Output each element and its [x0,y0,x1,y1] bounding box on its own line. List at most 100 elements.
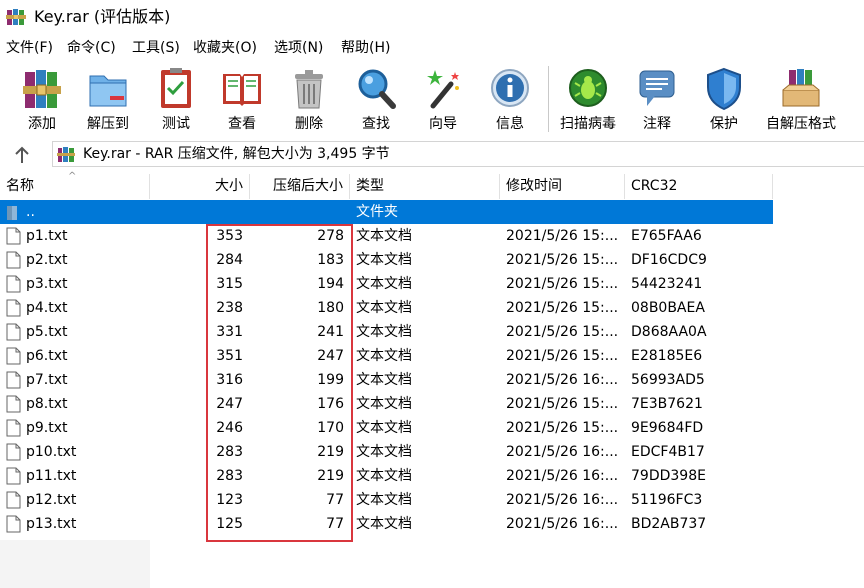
address-field[interactable]: Key.rar - RAR 压缩文件, 解包大小为 3,495 字节 [52,141,864,167]
column-header-size[interactable]: 大小 [150,174,250,199]
row-modified: 2021/5/26 15:... [506,324,619,340]
open-book-icon [223,74,261,106]
row-type: 文本文档 [356,516,412,532]
row-name: .. [26,204,35,220]
row-modified: 2021/5/26 15:... [506,300,619,316]
view-button[interactable]: 查看 [209,64,275,134]
sort-ascending-icon: ^ [68,171,77,182]
scan-virus-button[interactable]: 扫描病毒 [554,64,622,134]
column-header-name[interactable]: 名称 ^ [0,171,150,199]
text-file-icon [6,371,21,389]
title-bar: Key.rar (评估版本) [0,0,864,34]
row-name: p10.txt [26,444,77,460]
up-arrow-icon[interactable] [8,143,36,167]
row-type: 文本文档 [356,252,412,268]
column-header-modified[interactable]: 修改时间 [500,174,625,199]
row-type: 文件夹 [356,204,398,220]
text-file-icon [6,227,21,245]
row-type: 文本文档 [356,276,412,292]
test-button[interactable]: 测试 [143,64,209,134]
magic-wand-icon [427,70,459,109]
row-name: p9.txt [26,420,68,436]
wizard-button[interactable]: 向导 [410,64,476,134]
file-row[interactable]: p12.txt 123 77 文本文档 2021/5/26 16:... 511… [0,488,864,512]
row-type: 文本文档 [356,492,412,508]
file-row[interactable]: p1.txt 353 278 文本文档 2021/5/26 15:... E76… [0,224,864,248]
file-row[interactable]: p6.txt 351 247 文本文档 2021/5/26 15:... E28… [0,344,864,368]
box-books-icon [782,69,820,107]
column-header-type[interactable]: 类型 [350,174,500,199]
text-file-icon [6,419,21,437]
test-label: 测试 [162,116,190,132]
menu-help[interactable]: 帮助(H) [341,38,390,58]
text-file-icon [6,299,21,317]
file-row[interactable]: p2.txt 284 183 文本文档 2021/5/26 15:... DF1… [0,248,864,272]
row-modified: 2021/5/26 16:... [506,492,619,508]
parent-folder-icon [7,206,17,220]
column-header-packed[interactable]: 压缩后大小 [250,174,350,199]
menu-file[interactable]: 文件(F) [6,38,53,58]
find-label: 查找 [362,116,390,132]
add-button[interactable]: 添加 [9,64,75,134]
row-modified: 2021/5/26 16:... [506,444,619,460]
sfx-label: 自解压格式 [766,116,836,132]
address-text: Key.rar - RAR 压缩文件, 解包大小为 3,495 字节 [83,146,390,162]
row-name: p5.txt [26,324,68,340]
winrar-app-icon [6,9,26,25]
text-file-icon [6,467,21,485]
text-file-icon [6,251,21,269]
info-button[interactable]: 信息 [477,64,543,134]
file-row[interactable]: p10.txt 283 219 文本文档 2021/5/26 16:... ED… [0,440,864,464]
menu-tools[interactable]: 工具(S) [132,38,180,58]
text-file-icon [6,275,21,293]
row-modified: 2021/5/26 15:... [506,252,619,268]
address-bar: Key.rar - RAR 压缩文件, 解包大小为 3,495 字节 [0,140,864,169]
parent-folder-row[interactable]: .. 文件夹 [0,200,773,224]
text-file-icon [6,515,21,533]
text-file-icon [6,347,21,365]
row-name: p1.txt [26,228,68,244]
row-type: 文本文档 [356,324,412,340]
row-type: 文本文档 [356,444,412,460]
row-type: 文本文档 [356,348,412,364]
folder-icon [89,75,127,107]
text-file-icon [6,491,21,509]
text-file-icon [6,323,21,341]
row-crc: 9E9684FD [631,420,704,436]
find-button[interactable]: 查找 [343,64,409,134]
toolbar: 添加 解压到 测试 查看 删除 查找 向导 信息 扫描病毒 注释 保护 自解压格… [0,60,864,138]
delete-label: 删除 [295,116,323,132]
file-row[interactable]: p4.txt 238 180 文本文档 2021/5/26 15:... 08B… [0,296,864,320]
sfx-button[interactable]: 自解压格式 [760,64,842,134]
file-row[interactable]: p9.txt 246 170 文本文档 2021/5/26 15:... 9E9… [0,416,864,440]
protect-button[interactable]: 保护 [691,64,757,134]
column-header-crc[interactable]: CRC32 [625,174,773,199]
row-modified: 2021/5/26 15:... [506,228,619,244]
file-row[interactable]: p5.txt 331 241 文本文档 2021/5/26 15:... D86… [0,320,864,344]
extract-to-button[interactable]: 解压到 [75,64,141,134]
menu-commands[interactable]: 命令(C) [67,38,116,58]
toolbar-separator [548,66,549,132]
file-row[interactable]: p8.txt 247 176 文本文档 2021/5/26 15:... 7E3… [0,392,864,416]
shield-icon [707,67,741,111]
menu-bar: 文件(F) 命令(C) 工具(S) 收藏夹(O) 选项(N) 帮助(H) [0,36,864,60]
menu-options[interactable]: 选项(N) [274,38,323,58]
row-crc: DF16CDC9 [631,252,707,268]
extract-to-label: 解压到 [87,116,129,132]
row-crc: E28185E6 [631,348,703,364]
file-row[interactable]: p7.txt 316 199 文本文档 2021/5/26 16:... 569… [0,368,864,392]
row-name: p2.txt [26,252,68,268]
row-crc: EDCF4B17 [631,444,705,460]
row-name: p13.txt [26,516,77,532]
row-crc: 79DD398E [631,468,706,484]
menu-favorites[interactable]: 收藏夹(O) [193,38,257,58]
row-modified: 2021/5/26 16:... [506,468,619,484]
comment-button[interactable]: 注释 [624,64,690,134]
file-row[interactable]: p3.txt 315 194 文本文档 2021/5/26 15:... 544… [0,272,864,296]
delete-button[interactable]: 删除 [276,64,342,134]
file-row[interactable]: p13.txt 125 77 文本文档 2021/5/26 16:... BD2… [0,512,864,536]
file-row[interactable]: p11.txt 283 219 文本文档 2021/5/26 16:... 79… [0,464,864,488]
text-file-icon [6,443,21,461]
window-title: Key.rar (评估版本) [34,7,171,26]
row-name: p3.txt [26,276,68,292]
